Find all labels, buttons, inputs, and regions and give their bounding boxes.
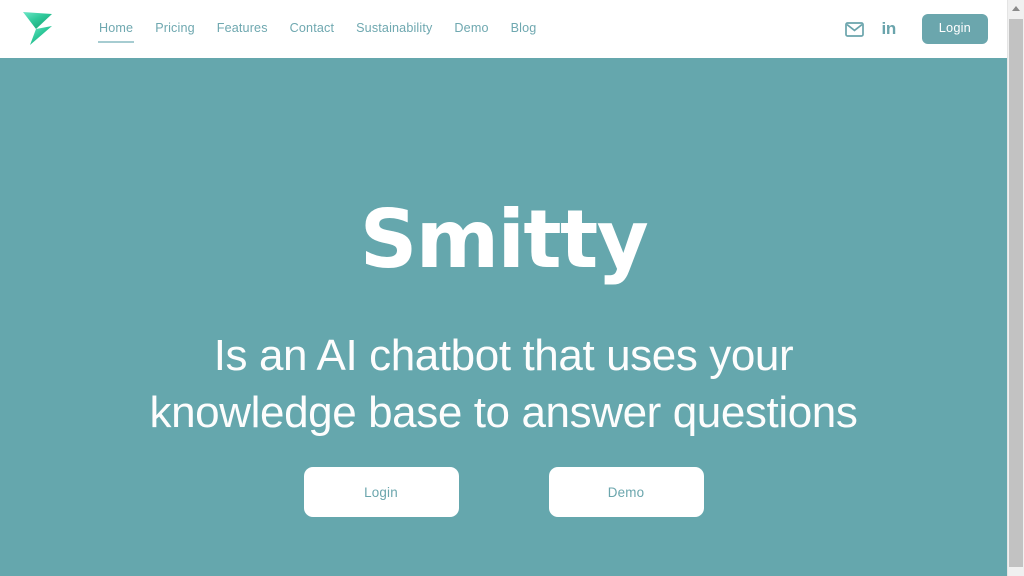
hero-section: Smitty Is an AI chatbot that uses your k…: [0, 58, 1007, 576]
nav-item-blog[interactable]: Blog: [500, 18, 548, 40]
nav-item-features[interactable]: Features: [206, 18, 279, 40]
hourglass-bowtie-logo-icon[interactable]: [18, 7, 58, 49]
hero-subtitle: Is an AI chatbot that uses your knowledg…: [149, 331, 858, 437]
primary-nav: Home Pricing Features Contact Sustainabi…: [88, 18, 548, 43]
nav-item-pricing[interactable]: Pricing: [144, 18, 206, 40]
mail-icon[interactable]: [838, 14, 872, 44]
site-header: Home Pricing Features Contact Sustainabi…: [0, 0, 1007, 58]
nav-item-demo[interactable]: Demo: [443, 18, 499, 40]
linkedin-icon[interactable]: in: [872, 14, 906, 44]
hero-login-button[interactable]: Login: [303, 467, 459, 517]
scrollbar-thumb[interactable]: [1009, 19, 1023, 567]
nav-item-home[interactable]: Home: [88, 18, 144, 43]
nav-item-contact[interactable]: Contact: [279, 18, 345, 40]
hero-demo-button[interactable]: Demo: [548, 467, 704, 517]
vertical-scrollbar[interactable]: [1007, 0, 1024, 576]
scrollbar-up-arrow-icon[interactable]: [1008, 0, 1024, 17]
browser-viewport: Home Pricing Features Contact Sustainabi…: [0, 0, 1024, 576]
header-actions: in Login: [838, 14, 1007, 44]
header-login-button[interactable]: Login: [921, 14, 988, 44]
hero-actions: Login Demo: [303, 467, 704, 517]
page-content: Home Pricing Features Contact Sustainabi…: [0, 0, 1007, 576]
nav-item-sustainability[interactable]: Sustainability: [345, 18, 443, 40]
triangle-up-icon: [1012, 6, 1020, 11]
hero-title: Smitty: [359, 193, 649, 286]
